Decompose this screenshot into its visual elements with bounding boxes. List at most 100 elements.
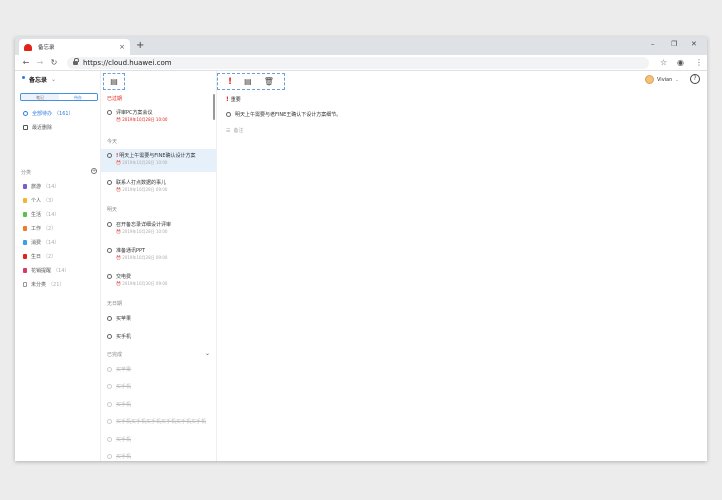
notes-icon: ▤ [110,77,118,86]
checkbox-circle-icon[interactable] [107,248,112,253]
add-note-field[interactable]: ☰ 备注 [226,127,244,135]
item-title: 评审PC方案会议 [116,110,153,116]
clock-icon [23,111,28,116]
minimize-icon[interactable]: – [651,40,655,48]
checkbox-circle-icon[interactable] [107,437,112,442]
sidebar-item-recently-deleted[interactable]: 最近删除 [23,124,52,131]
notes-app: 备忘录 ⌄ 笔记 待办 全部待办 （161） 最近删除 分类 + 旅游 （14） … [15,71,707,461]
chevron-down-icon: ⌄ [51,76,57,83]
group-completed: 已完成 [107,352,123,358]
item-title: 买手机 [116,334,132,340]
category-count: （2） [43,226,57,232]
sidebar-item-uncategorized[interactable]: 未分类 （21） [23,281,64,288]
detail-toolbar: ! ▤ 🗑 [217,73,285,90]
checkbox-circle-icon[interactable] [226,112,231,117]
sidebar-item-category[interactable]: 消费 （14） [23,239,59,246]
browser-window: 备忘录 × + – ❐ ✕ ← → ↻ https://cloud.huawei… [15,37,707,461]
user-menu[interactable]: Vivian ⌄ [645,75,679,84]
chevron-down-icon: ⌄ [675,77,679,82]
app-dot-icon [22,75,25,79]
note-label: 备注 [233,128,244,134]
reload-icon[interactable]: ↻ [47,58,61,67]
list-item-completed[interactable]: 买手机 [101,402,216,412]
item-title: 买手机 [116,384,132,390]
sidebar-item-category[interactable]: 旅游 （14） [23,183,59,190]
checkbox-circle-icon[interactable] [107,454,112,459]
tab-notes[interactable]: 笔记 [21,94,59,100]
important-icon: ! [226,96,229,103]
list-item[interactable]: 评审PC方案会议 ⏰ 2019年10月28日 10:00 [101,110,216,128]
mark-important-button[interactable]: ! [228,77,232,87]
notes-icon[interactable]: ▤ [244,77,252,86]
checkbox-circle-icon[interactable] [107,316,112,321]
menu-icon[interactable]: ⋮ [695,58,703,67]
sidebar-item-category[interactable]: 个人 （3） [23,197,56,204]
category-label: 个人 [31,198,42,204]
list-item-selected[interactable]: !明天上午需要与FINE确认设计方案 ⏰ 2019年10月28日 10:00 [101,149,216,172]
checkbox-circle-icon[interactable] [107,180,112,185]
add-category-icon[interactable]: + [91,168,97,174]
sidebar-item-category[interactable]: 工作 （2） [23,225,56,232]
list-item[interactable]: 准备通讯PPT ⏰ 2019年10月28日 09:00 [101,248,216,266]
address-bar[interactable]: https://cloud.huawei.com [67,57,649,69]
list-item-completed[interactable]: 买手机买手机买手机买手机买手机买手机 [101,419,216,429]
task-text[interactable]: 明天上午需要与老FINE王确认下设计方案细节。 [235,111,341,118]
help-icon[interactable]: ? [690,74,700,84]
browser-tab[interactable]: 备忘录 × [19,39,130,55]
close-window-icon[interactable]: ✕ [691,40,697,48]
sidebar-item-category[interactable]: 生日 （2） [23,253,56,260]
back-icon[interactable]: ← [19,58,33,67]
list-item[interactable]: 交电费 ⏰ 2019年10月30日 09:00 [101,274,216,292]
delete-icon[interactable]: 🗑 [264,77,274,86]
lock-icon [73,58,79,65]
list-item-completed[interactable]: 买手机 [101,437,216,447]
list-item-completed[interactable]: 买苹果 [101,367,216,377]
list-item[interactable]: 联系人打点数据的事儿 ⏰ 2019年10月28日 09:00 [101,180,216,198]
maximize-icon[interactable]: ❐ [671,40,677,48]
category-label: 生活 [31,212,42,218]
item-date: ⏰ 2019年10月30日 09:00 [116,281,168,286]
new-tab-button[interactable]: + [136,39,144,53]
checkbox-circle-icon[interactable] [107,274,112,279]
sidebar-item-category[interactable]: 花销提醒 （14） [23,267,69,274]
checkbox-circle-icon[interactable] [107,402,112,407]
item-title: 准备通讯PPT [116,248,146,254]
item-title: !明天上午需要与FINE确认设计方案 [116,153,196,159]
checkbox-circle-icon[interactable] [107,110,112,115]
checkbox-circle-icon[interactable] [107,222,112,227]
checkbox-circle-icon[interactable] [107,367,112,372]
category-color-icon [23,198,27,203]
checkbox-circle-icon[interactable] [107,419,112,424]
sidebar-item-count: （161） [54,111,74,117]
list-item[interactable]: 召开备忘录详细设计评审 ⏰ 2019年10月28日 10:00 [101,222,216,240]
chevron-down-icon[interactable]: ⌄ [205,350,210,357]
app-title-label: 备忘录 [29,77,48,84]
list-item[interactable]: 买苹果 [101,316,216,326]
checkbox-circle-icon[interactable] [107,153,112,158]
category-count: （14） [43,184,60,190]
item-title: 联系人打点数据的事儿 [116,180,167,186]
category-color-icon [23,282,27,287]
checkbox-circle-icon[interactable] [107,384,112,389]
category-label: 花销提醒 [31,268,52,274]
task-editor[interactable]: 明天上午需要与老FINE王确认下设计方案细节。 [226,111,341,118]
category-count: （21） [48,282,65,288]
sidebar-item-all-todos[interactable]: 全部待办 （161） [23,110,74,117]
forward-icon[interactable]: → [33,58,47,67]
item-title: 买手机 [116,454,132,460]
list-item-completed[interactable]: 买手机 [101,384,216,394]
category-count: （14） [43,240,60,246]
tab-title: 备忘录 [38,45,55,51]
list-item[interactable]: 买手机 [101,334,216,344]
tab-todos[interactable]: 待办 [59,94,97,100]
item-date: ⏰ 2019年10月28日 10:00 [116,229,168,234]
category-label: 未分类 [31,282,47,288]
list-tool-button[interactable]: ▤ [103,73,125,90]
bookmark-star-icon[interactable]: ☆ [660,58,667,67]
list-item-completed[interactable]: 买手机 [101,454,216,461]
sidebar-item-category[interactable]: 生活 （14） [23,211,59,218]
checkbox-circle-icon[interactable] [107,334,112,339]
app-title[interactable]: 备忘录 ⌄ [22,75,56,84]
account-icon[interactable]: ◉ [677,58,684,67]
close-tab-icon[interactable]: × [119,43,125,51]
